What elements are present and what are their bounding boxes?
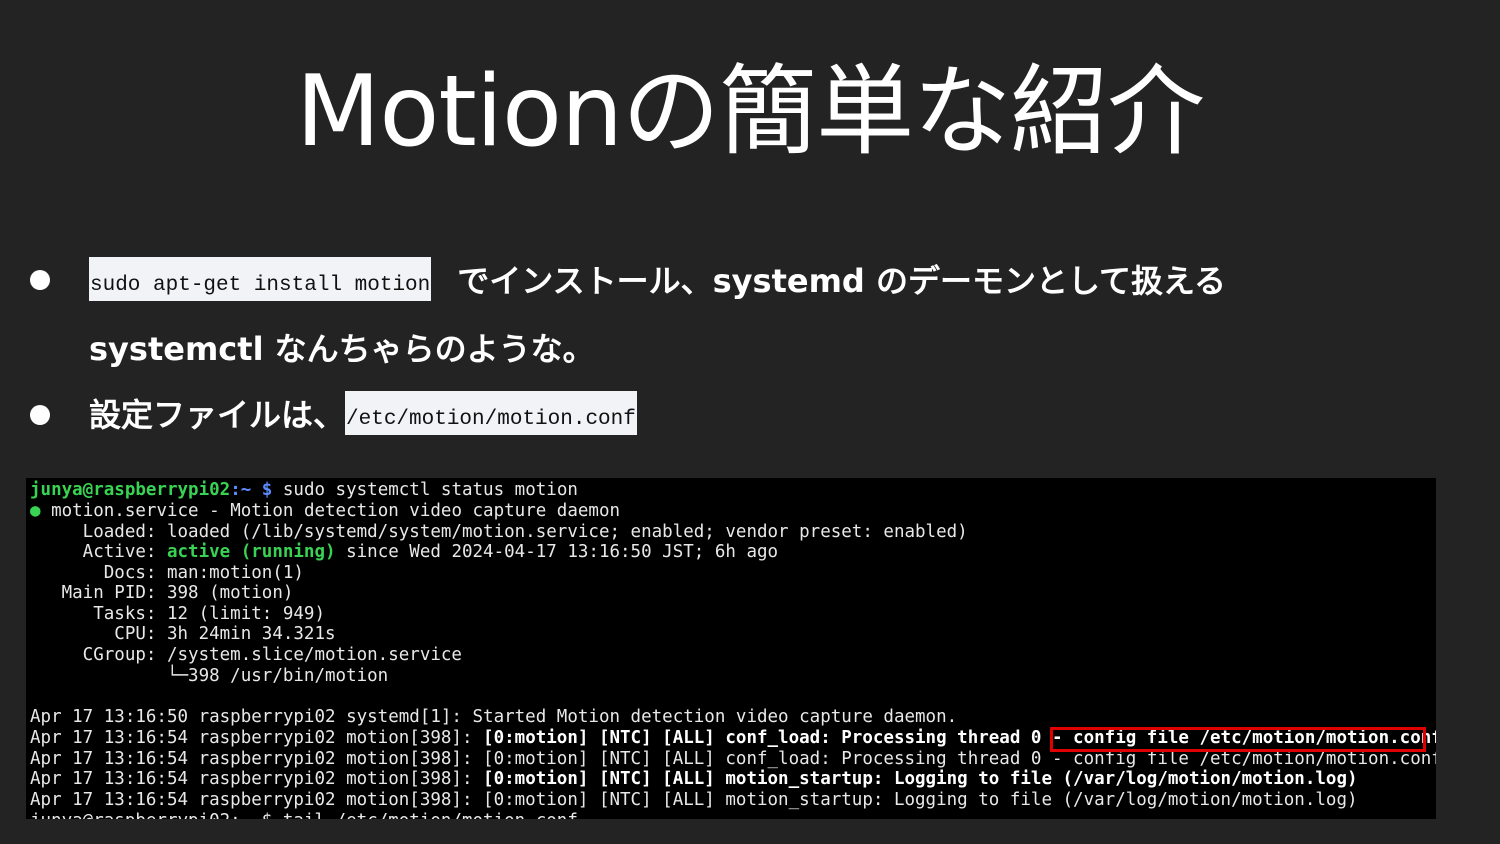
bullet-dot — [30, 270, 50, 290]
config-path-code: /etc/motion/motion.conf — [345, 391, 637, 435]
status-dot-icon: ● — [30, 501, 41, 521]
prompt-user: junya@raspberrypi02 — [30, 480, 231, 500]
terminal-line: Active: active (running) since Wed 2024-… — [30, 542, 779, 562]
terminal-line: Docs: man:motion(1) — [30, 563, 304, 583]
terminal-line: junya@raspberrypi02:~ $ sudo systemctl s… — [30, 480, 578, 501]
config-file-highlight-box — [1050, 727, 1426, 752]
terminal-line: Apr 17 13:16:50 raspberrypi02 systemd[1]… — [30, 707, 958, 727]
slide-title: Motionの簡単な紹介 — [295, 55, 1205, 169]
terminal-line: Apr 17 13:16:54 raspberrypi02 motion[398… — [30, 749, 1436, 769]
bullet-2-text: systemctl なんちゃらのような。 — [89, 330, 595, 368]
bullet-line-1: sudo apt-get install motion でインストール、syst… — [89, 256, 1226, 302]
terminal-line: CPU: 3h 24min 34.321s — [30, 624, 336, 644]
bullet-1-text: でインストール、systemd のデーモンとして扱える — [457, 262, 1227, 300]
terminal-command: sudo systemctl status motion — [272, 480, 578, 500]
active-state: active (running) — [166, 542, 336, 562]
terminal-line: Apr 17 13:16:54 raspberrypi02 motion[398… — [30, 790, 1358, 810]
terminal-line-partial: junya@raspberrypi02:~ $ tail /etc/motion… — [30, 811, 578, 819]
terminal-line: └─398 /usr/bin/motion — [30, 666, 389, 686]
bullet-line-3: 設定ファイルは、 /etc/motion/motion.conf — [89, 390, 637, 436]
terminal-line: Apr 17 13:16:54 raspberrypi02 motion[398… — [30, 769, 1358, 789]
terminal-line: Main PID: 398 (motion) — [30, 583, 294, 603]
bullet-3-text: 設定ファイルは、 — [89, 396, 346, 434]
terminal-line: Tasks: 12 (limit: 949) — [30, 604, 326, 624]
bullet-dot — [30, 405, 50, 425]
prompt-path: :~ $ — [230, 480, 273, 500]
terminal-line: ● motion.service - Motion detection vide… — [30, 501, 621, 521]
install-command-code: sudo apt-get install motion — [89, 257, 432, 301]
bullet-line-2: systemctl なんちゃらのような。 — [89, 324, 595, 370]
terminal-line: CGroup: /system.slice/motion.service — [30, 645, 462, 665]
terminal-line: Loaded: loaded (/lib/systemd/system/moti… — [30, 522, 968, 542]
terminal-screenshot: junya@raspberrypi02:~ $ sudo systemctl s… — [26, 478, 1436, 819]
